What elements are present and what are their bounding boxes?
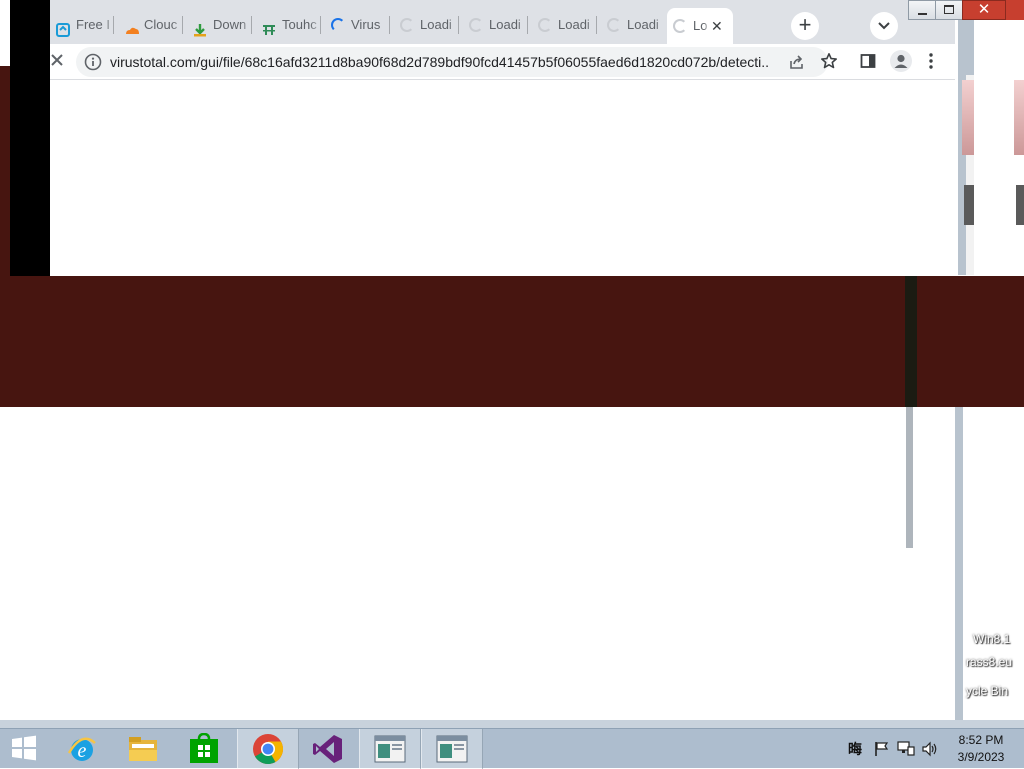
browser-tab[interactable]: Loadi	[463, 10, 531, 40]
background-artifact	[1016, 185, 1024, 225]
clock-time[interactable]: 8:52 PM	[944, 733, 1018, 747]
browser-tab[interactable]: Loadi	[394, 10, 462, 40]
chevron-down-icon	[878, 22, 890, 30]
window-bottom-edge	[0, 720, 1024, 728]
restore-icon	[944, 5, 954, 14]
maximize-button[interactable]	[935, 0, 963, 20]
file-explorer-icon	[129, 737, 157, 761]
tab-separator	[182, 16, 183, 34]
tab-separator	[251, 16, 252, 34]
tab-separator	[458, 16, 459, 34]
ime-indicator[interactable]: 晦	[848, 729, 862, 769]
recycle-bin-label[interactable]: ycle Bin	[966, 684, 1008, 698]
tab-title: Loadi	[489, 17, 521, 32]
taskbar-window-app-2[interactable]	[421, 729, 483, 769]
browser-tab[interactable]: Free I	[50, 10, 118, 40]
glitch-artifact	[905, 276, 917, 407]
browser-tab[interactable]: Loadi	[532, 10, 600, 40]
background-artifact	[1014, 80, 1024, 155]
start-button[interactable]	[0, 729, 50, 769]
loading-spinner-icon	[673, 19, 687, 33]
chrome-icon	[253, 734, 284, 765]
browser-tab[interactable]: Virus	[325, 10, 393, 40]
share-icon[interactable]	[788, 53, 806, 76]
tab-separator	[113, 16, 114, 34]
taskbar: e 晦 8:52 PM 3/9/2023	[0, 728, 1024, 769]
tab-title: Free I	[76, 17, 110, 32]
taskbar-internet-explorer[interactable]: e	[52, 729, 112, 769]
loading-spinner-icon	[400, 18, 414, 32]
tab-title: Loadi	[627, 17, 659, 32]
minimize-button[interactable]	[908, 0, 936, 20]
url-text[interactable]: virustotal.com/gui/file/68c16afd3211d8ba…	[110, 47, 770, 77]
browser-tab[interactable]: Touhc	[256, 10, 324, 40]
browser-toolbar: virustotal.com/gui/file/68c16afd3211d8ba…	[50, 44, 955, 80]
browser-tab-active[interactable]: Lo ✕	[667, 8, 733, 44]
browser-tab[interactable]: Clouc	[118, 10, 186, 40]
taskbar-store[interactable]	[174, 729, 234, 769]
tab-search-button[interactable]	[870, 12, 898, 40]
browser-tab[interactable]: Down	[187, 10, 255, 40]
kebab-menu-icon[interactable]	[928, 52, 934, 75]
tab-separator	[320, 16, 321, 34]
browser-tab-strip: Free I Clouc Down Touhc Virus Loadi Load…	[50, 0, 1006, 44]
loading-spinner-icon	[469, 18, 483, 32]
internet-explorer-icon: e	[67, 737, 96, 762]
tab-title: Lo	[693, 18, 708, 33]
desktop-icon-label[interactable]: Win8.1	[973, 632, 1010, 646]
loading-spinner-icon	[331, 18, 345, 32]
tab-separator	[389, 16, 390, 34]
minimize-icon	[918, 13, 927, 15]
loading-spinner-icon	[538, 18, 552, 32]
close-tab-icon[interactable]: ✕	[711, 8, 723, 44]
tab-title: Clouc	[144, 17, 178, 32]
address-bar[interactable]: virustotal.com/gui/file/68c16afd3211d8ba…	[76, 47, 837, 77]
glitch-artifact	[906, 407, 916, 548]
stop-loading-icon[interactable]	[50, 53, 66, 69]
windows-logo-icon	[12, 735, 36, 761]
volume-icon[interactable]	[921, 741, 939, 762]
tab-separator	[596, 16, 597, 34]
profile-avatar-icon[interactable]	[890, 50, 912, 72]
visual-studio-icon	[313, 735, 342, 763]
tab-separator	[527, 16, 528, 34]
side-panel-icon[interactable]	[860, 53, 876, 74]
taskbar-file-explorer[interactable]	[113, 729, 173, 769]
loading-spinner-icon	[607, 18, 621, 32]
network-icon[interactable]	[897, 741, 915, 762]
background-artifact	[962, 80, 974, 155]
taskbar-window-app-1[interactable]	[359, 729, 421, 769]
download-icon	[193, 18, 207, 37]
desktop-icon-label[interactable]: rass8.eu	[966, 655, 1012, 669]
clock-date[interactable]: 3/9/2023	[944, 750, 1018, 764]
touhou-icon	[262, 18, 276, 35]
store-icon	[190, 733, 218, 763]
window-right-border	[955, 407, 963, 720]
tab-title: Down	[213, 17, 247, 32]
taskbar-chrome[interactable]	[237, 729, 299, 769]
tab-title: Loadi	[558, 17, 590, 32]
window-app-icon	[374, 735, 406, 763]
bookmark-star-icon[interactable]	[820, 52, 838, 75]
window-app-icon	[436, 735, 468, 763]
browser-tab[interactable]: Loadi	[601, 10, 669, 40]
tab-title: Loadi	[420, 17, 452, 32]
cloudflare-icon	[124, 18, 139, 34]
background-artifact	[964, 185, 974, 225]
svg-text:e: e	[78, 740, 87, 762]
tab-title: Virus	[351, 17, 381, 32]
close-window-button[interactable]: ✕	[962, 0, 1006, 20]
taskbar-visual-studio[interactable]	[298, 729, 358, 769]
new-tab-button[interactable]: +	[791, 12, 819, 40]
glitch-band	[0, 276, 1024, 407]
site-info-icon[interactable]	[84, 53, 102, 71]
action-center-flag-icon[interactable]	[874, 741, 890, 762]
free-site-icon	[56, 18, 70, 37]
tab-title: Touhc	[282, 17, 317, 32]
